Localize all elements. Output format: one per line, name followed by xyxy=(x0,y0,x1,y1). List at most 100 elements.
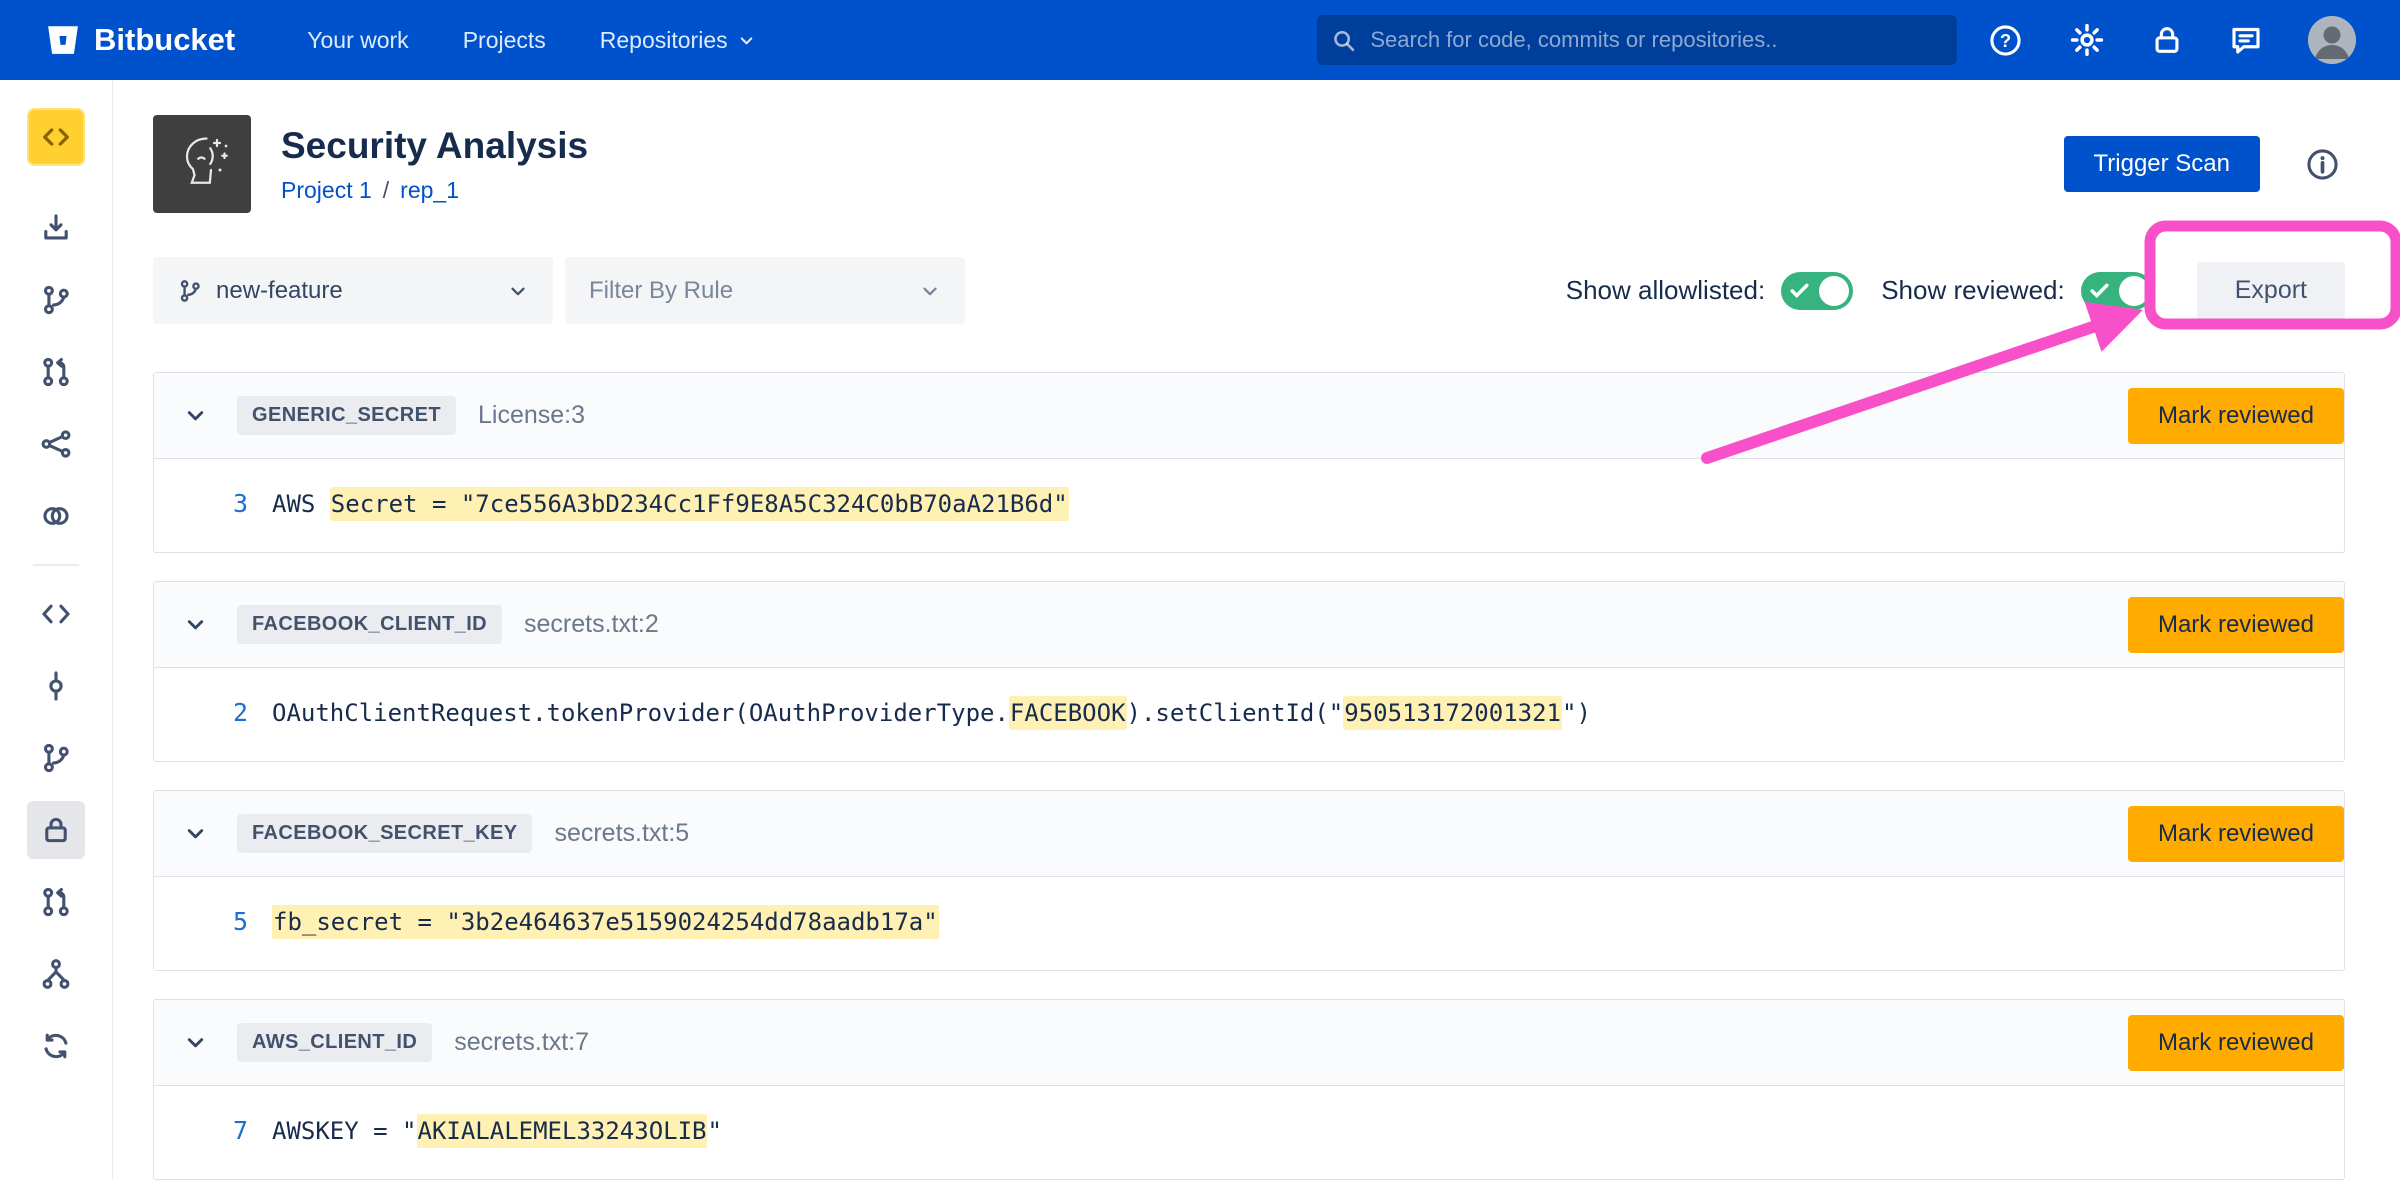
code-text: AWS xyxy=(272,490,330,518)
chevron-down-icon xyxy=(507,280,529,302)
code-line: OAuthClientRequest.tokenProvider(OAuthPr… xyxy=(272,699,1591,727)
finding-location: secrets.txt:7 xyxy=(454,1028,589,1057)
code-row: 7 AWSKEY = "AKIALALEMEL33243OLIB" xyxy=(154,1086,2344,1179)
show-allowlisted-label: Show allowlisted: xyxy=(1566,275,1765,306)
code-text: ") xyxy=(1562,699,1591,727)
rule-badge: FACEBOOK_SECRET_KEY xyxy=(237,814,532,853)
info-icon[interactable] xyxy=(2304,146,2341,183)
clone-icon xyxy=(39,211,73,245)
pull-requests-icon xyxy=(39,355,73,389)
toggle-knob xyxy=(2119,276,2149,306)
show-reviewed-toggle[interactable] xyxy=(2081,272,2153,310)
title-block: Security Analysis Project 1 / rep_1 xyxy=(281,125,588,204)
breadcrumb-separator: / xyxy=(383,177,389,204)
sidebar-item-clone[interactable] xyxy=(27,192,85,264)
feedback-icon[interactable] xyxy=(2228,22,2264,58)
code-row: 3 AWS Secret = "7ce556A3bD234Cc1Ff9E8A5C… xyxy=(154,459,2344,552)
sidebar-item-forks[interactable] xyxy=(27,938,85,1010)
export-button[interactable]: Export xyxy=(2197,262,2345,320)
branches-icon xyxy=(39,741,73,775)
svg-text:?: ? xyxy=(2000,30,2011,51)
sidebar-item-branches[interactable] xyxy=(27,264,85,336)
sync-icon xyxy=(39,1029,73,1063)
sidebar-item-security[interactable] xyxy=(27,801,85,859)
primary-nav: Your work Projects Repositories xyxy=(307,27,755,54)
nav-your-work[interactable]: Your work xyxy=(307,27,408,54)
secret-highlight: FACEBOOK xyxy=(1009,696,1127,730)
sidebar-item-deployments[interactable] xyxy=(27,480,85,552)
rule-badge: GENERIC_SECRET xyxy=(237,396,456,435)
lock-icon[interactable] xyxy=(2150,23,2184,57)
mark-reviewed-button[interactable]: Mark reviewed xyxy=(2128,1015,2344,1071)
page-title: Security Analysis xyxy=(281,125,588,167)
nav-projects[interactable]: Projects xyxy=(463,27,546,54)
mark-reviewed-button[interactable]: Mark reviewed xyxy=(2128,597,2344,653)
settings-gear-icon[interactable] xyxy=(2068,21,2106,59)
top-navbar: Bitbucket Your work Projects Repositorie… xyxy=(0,0,2400,80)
finding-header: FACEBOOK_CLIENT_ID secrets.txt:2 Mark re… xyxy=(154,582,2344,668)
bitbucket-logo[interactable]: Bitbucket xyxy=(46,22,235,58)
chevron-down-icon[interactable] xyxy=(184,822,207,845)
branch-icon xyxy=(177,278,203,304)
code-text: " xyxy=(707,1117,721,1145)
sidebar xyxy=(0,80,113,1180)
code-line: fb_secret = "3b2e464637e5159024254dd78aa… xyxy=(272,908,939,936)
finding-card: FACEBOOK_CLIENT_ID secrets.txt:2 Mark re… xyxy=(153,581,2345,762)
rule-badge: AWS_CLIENT_ID xyxy=(237,1023,432,1062)
trigger-scan-button[interactable]: Trigger Scan xyxy=(2064,136,2261,192)
secret-highlight: 950513172001321 xyxy=(1343,696,1562,730)
code-text: ).setClientId(" xyxy=(1127,699,1344,727)
sidebar-item-pull-requests[interactable] xyxy=(27,336,85,408)
sidebar-item-pull-requests-2[interactable] xyxy=(27,866,85,938)
code-line: AWSKEY = "AKIALALEMEL33243OLIB" xyxy=(272,1117,722,1145)
code-text: OAuthClientRequest.tokenProvider(OAuthPr… xyxy=(272,699,1009,727)
mark-reviewed-button[interactable]: Mark reviewed xyxy=(2128,806,2344,862)
user-avatar[interactable] xyxy=(2308,16,2356,64)
check-icon xyxy=(1790,283,1809,299)
nav-repositories[interactable]: Repositories xyxy=(600,27,756,54)
show-allowlisted-toggle[interactable] xyxy=(1781,272,1853,310)
toggle-knob xyxy=(1819,276,1849,306)
rule-filter-dropdown[interactable]: Filter By Rule xyxy=(565,257,965,324)
breadcrumb-repo-link[interactable]: rep_1 xyxy=(400,177,459,204)
filter-toolbar: new-feature Filter By Rule Show allowlis… xyxy=(153,257,2345,324)
chevron-down-icon xyxy=(737,31,756,50)
line-number: 5 xyxy=(154,907,248,936)
bitbucket-mark-icon xyxy=(46,24,80,56)
line-number: 2 xyxy=(154,698,248,727)
mark-reviewed-button[interactable]: Mark reviewed xyxy=(2128,388,2344,444)
sidebar-item-pipelines[interactable] xyxy=(27,408,85,480)
repo-avatar[interactable] xyxy=(27,108,85,166)
search-input[interactable] xyxy=(1368,26,1943,54)
search-icon xyxy=(1331,27,1356,54)
code-icon xyxy=(39,120,73,154)
chevron-down-icon[interactable] xyxy=(184,404,207,427)
sidebar-item-branches-2[interactable] xyxy=(27,722,85,794)
sidebar-item-source[interactable] xyxy=(27,578,85,650)
chevron-down-icon[interactable] xyxy=(184,1031,207,1054)
chevron-down-icon[interactable] xyxy=(184,613,207,636)
finding-location: secrets.txt:5 xyxy=(554,819,689,848)
navbar-actions: ? xyxy=(1987,16,2356,64)
global-search[interactable] xyxy=(1317,15,1957,65)
finding-header: FACEBOOK_SECRET_KEY secrets.txt:5 Mark r… xyxy=(154,791,2344,877)
pipelines-icon xyxy=(39,427,73,461)
pull-requests-icon xyxy=(39,885,73,919)
rule-filter-placeholder: Filter By Rule xyxy=(589,277,733,305)
line-number: 3 xyxy=(154,489,248,518)
finding-card: GENERIC_SECRET License:3 Mark reviewed 3… xyxy=(153,372,2345,553)
sidebar-item-sync[interactable] xyxy=(27,1010,85,1082)
breadcrumb-project-link[interactable]: Project 1 xyxy=(281,177,372,204)
chevron-down-icon xyxy=(919,280,941,302)
finding-location: secrets.txt:2 xyxy=(524,610,659,639)
sidebar-item-commits[interactable] xyxy=(27,650,85,722)
header-actions: Trigger Scan xyxy=(2064,136,2346,192)
code-row: 2 OAuthClientRequest.tokenProvider(OAuth… xyxy=(154,668,2344,761)
branch-selector-dropdown[interactable]: new-feature xyxy=(153,257,553,324)
findings-list: GENERIC_SECRET License:3 Mark reviewed 3… xyxy=(153,372,2345,1180)
finding-card: FACEBOOK_SECRET_KEY secrets.txt:5 Mark r… xyxy=(153,790,2345,971)
help-icon[interactable]: ? xyxy=(1987,22,2024,59)
brand-name: Bitbucket xyxy=(94,22,235,58)
finding-header: AWS_CLIENT_ID secrets.txt:7 Mark reviewe… xyxy=(154,1000,2344,1086)
forks-icon xyxy=(39,957,73,991)
